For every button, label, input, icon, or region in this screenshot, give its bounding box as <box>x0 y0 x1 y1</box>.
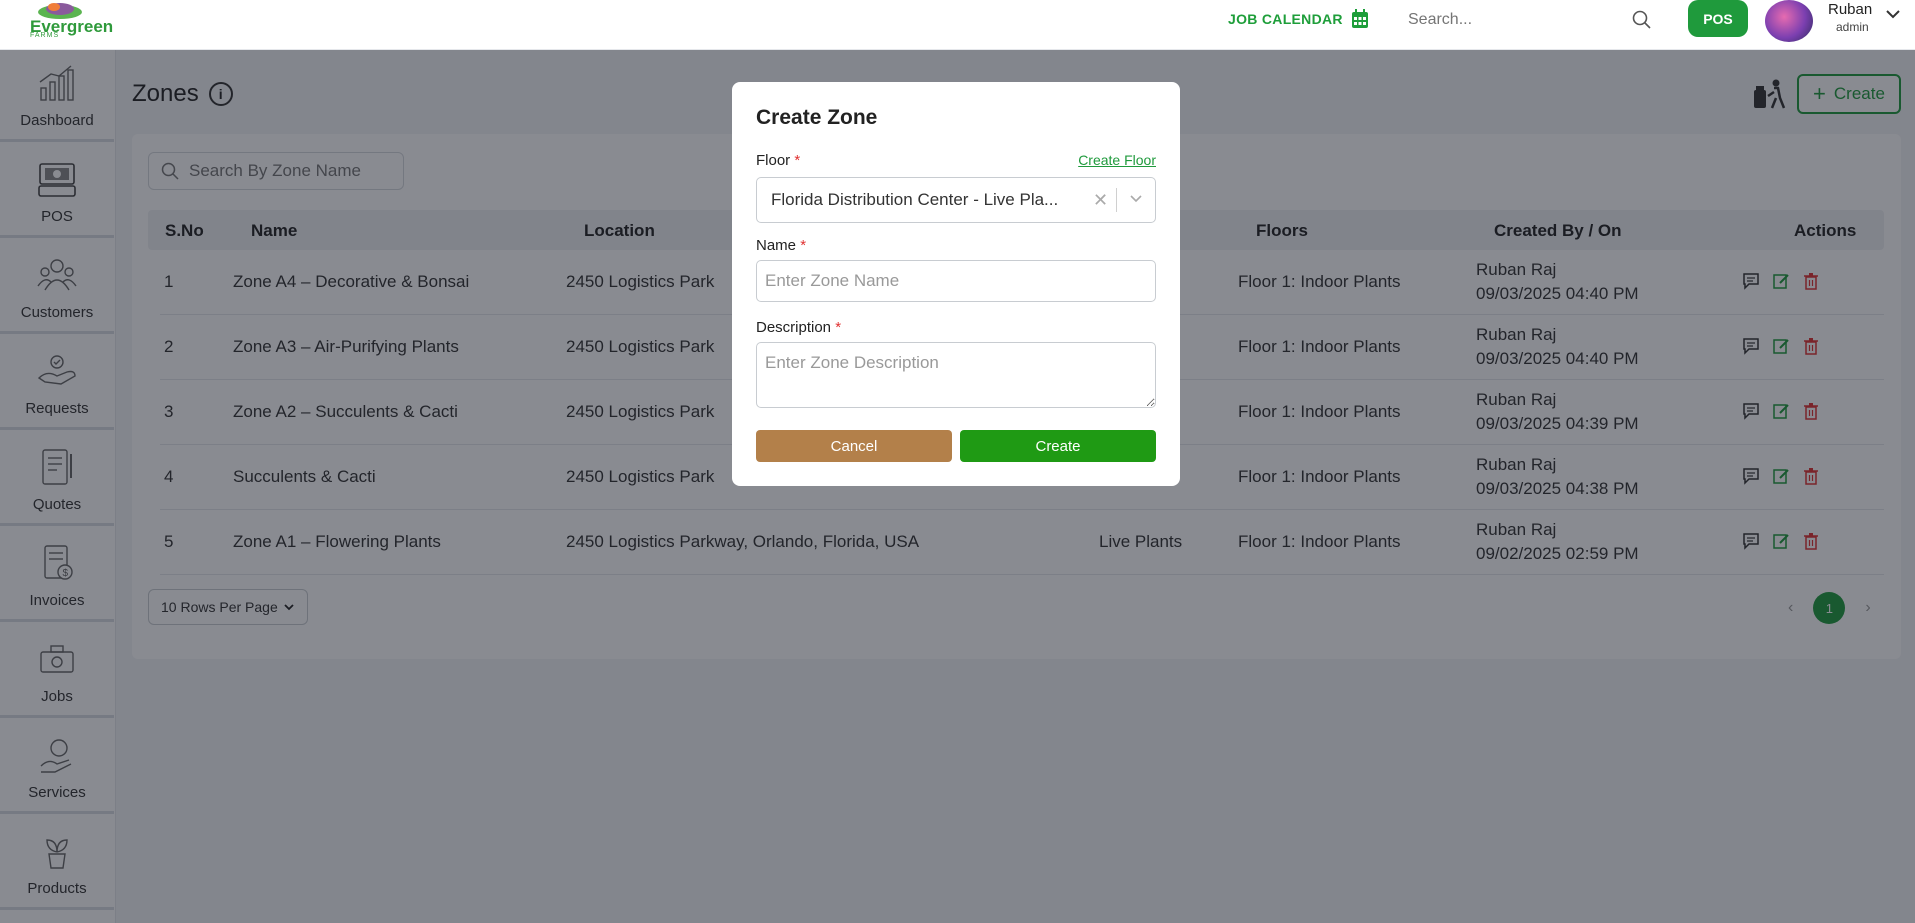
select-divider <box>1116 188 1117 212</box>
modal-title: Create Zone <box>756 106 878 129</box>
required-mark: * <box>800 237 807 254</box>
name-label-text: Name <box>756 237 797 254</box>
description-label-text: Description <box>756 319 832 336</box>
required-mark: * <box>794 152 801 169</box>
name-label: Name * <box>756 237 806 254</box>
floor-label-text: Floor <box>756 152 791 169</box>
header-area <box>0 0 1915 50</box>
floor-select[interactable]: Florida Distribution Center - Live Pla..… <box>756 177 1156 223</box>
zone-name-input[interactable] <box>756 260 1156 302</box>
create-zone-modal: Create Zone Floor * Create Floor Florida… <box>732 82 1180 486</box>
create-floor-link[interactable]: Create Floor <box>1078 152 1156 168</box>
chevron-down-icon[interactable] <box>1129 192 1143 206</box>
description-label: Description * <box>756 319 841 336</box>
cancel-button[interactable]: Cancel <box>756 430 952 462</box>
floor-select-value: Florida Distribution Center - Live Pla..… <box>771 190 1059 209</box>
zone-description-input[interactable] <box>756 342 1156 408</box>
floor-label: Floor * <box>756 152 800 169</box>
create-button[interactable]: Create <box>960 430 1156 462</box>
required-mark: * <box>835 319 842 336</box>
clear-icon[interactable]: ✕ <box>1093 190 1108 211</box>
